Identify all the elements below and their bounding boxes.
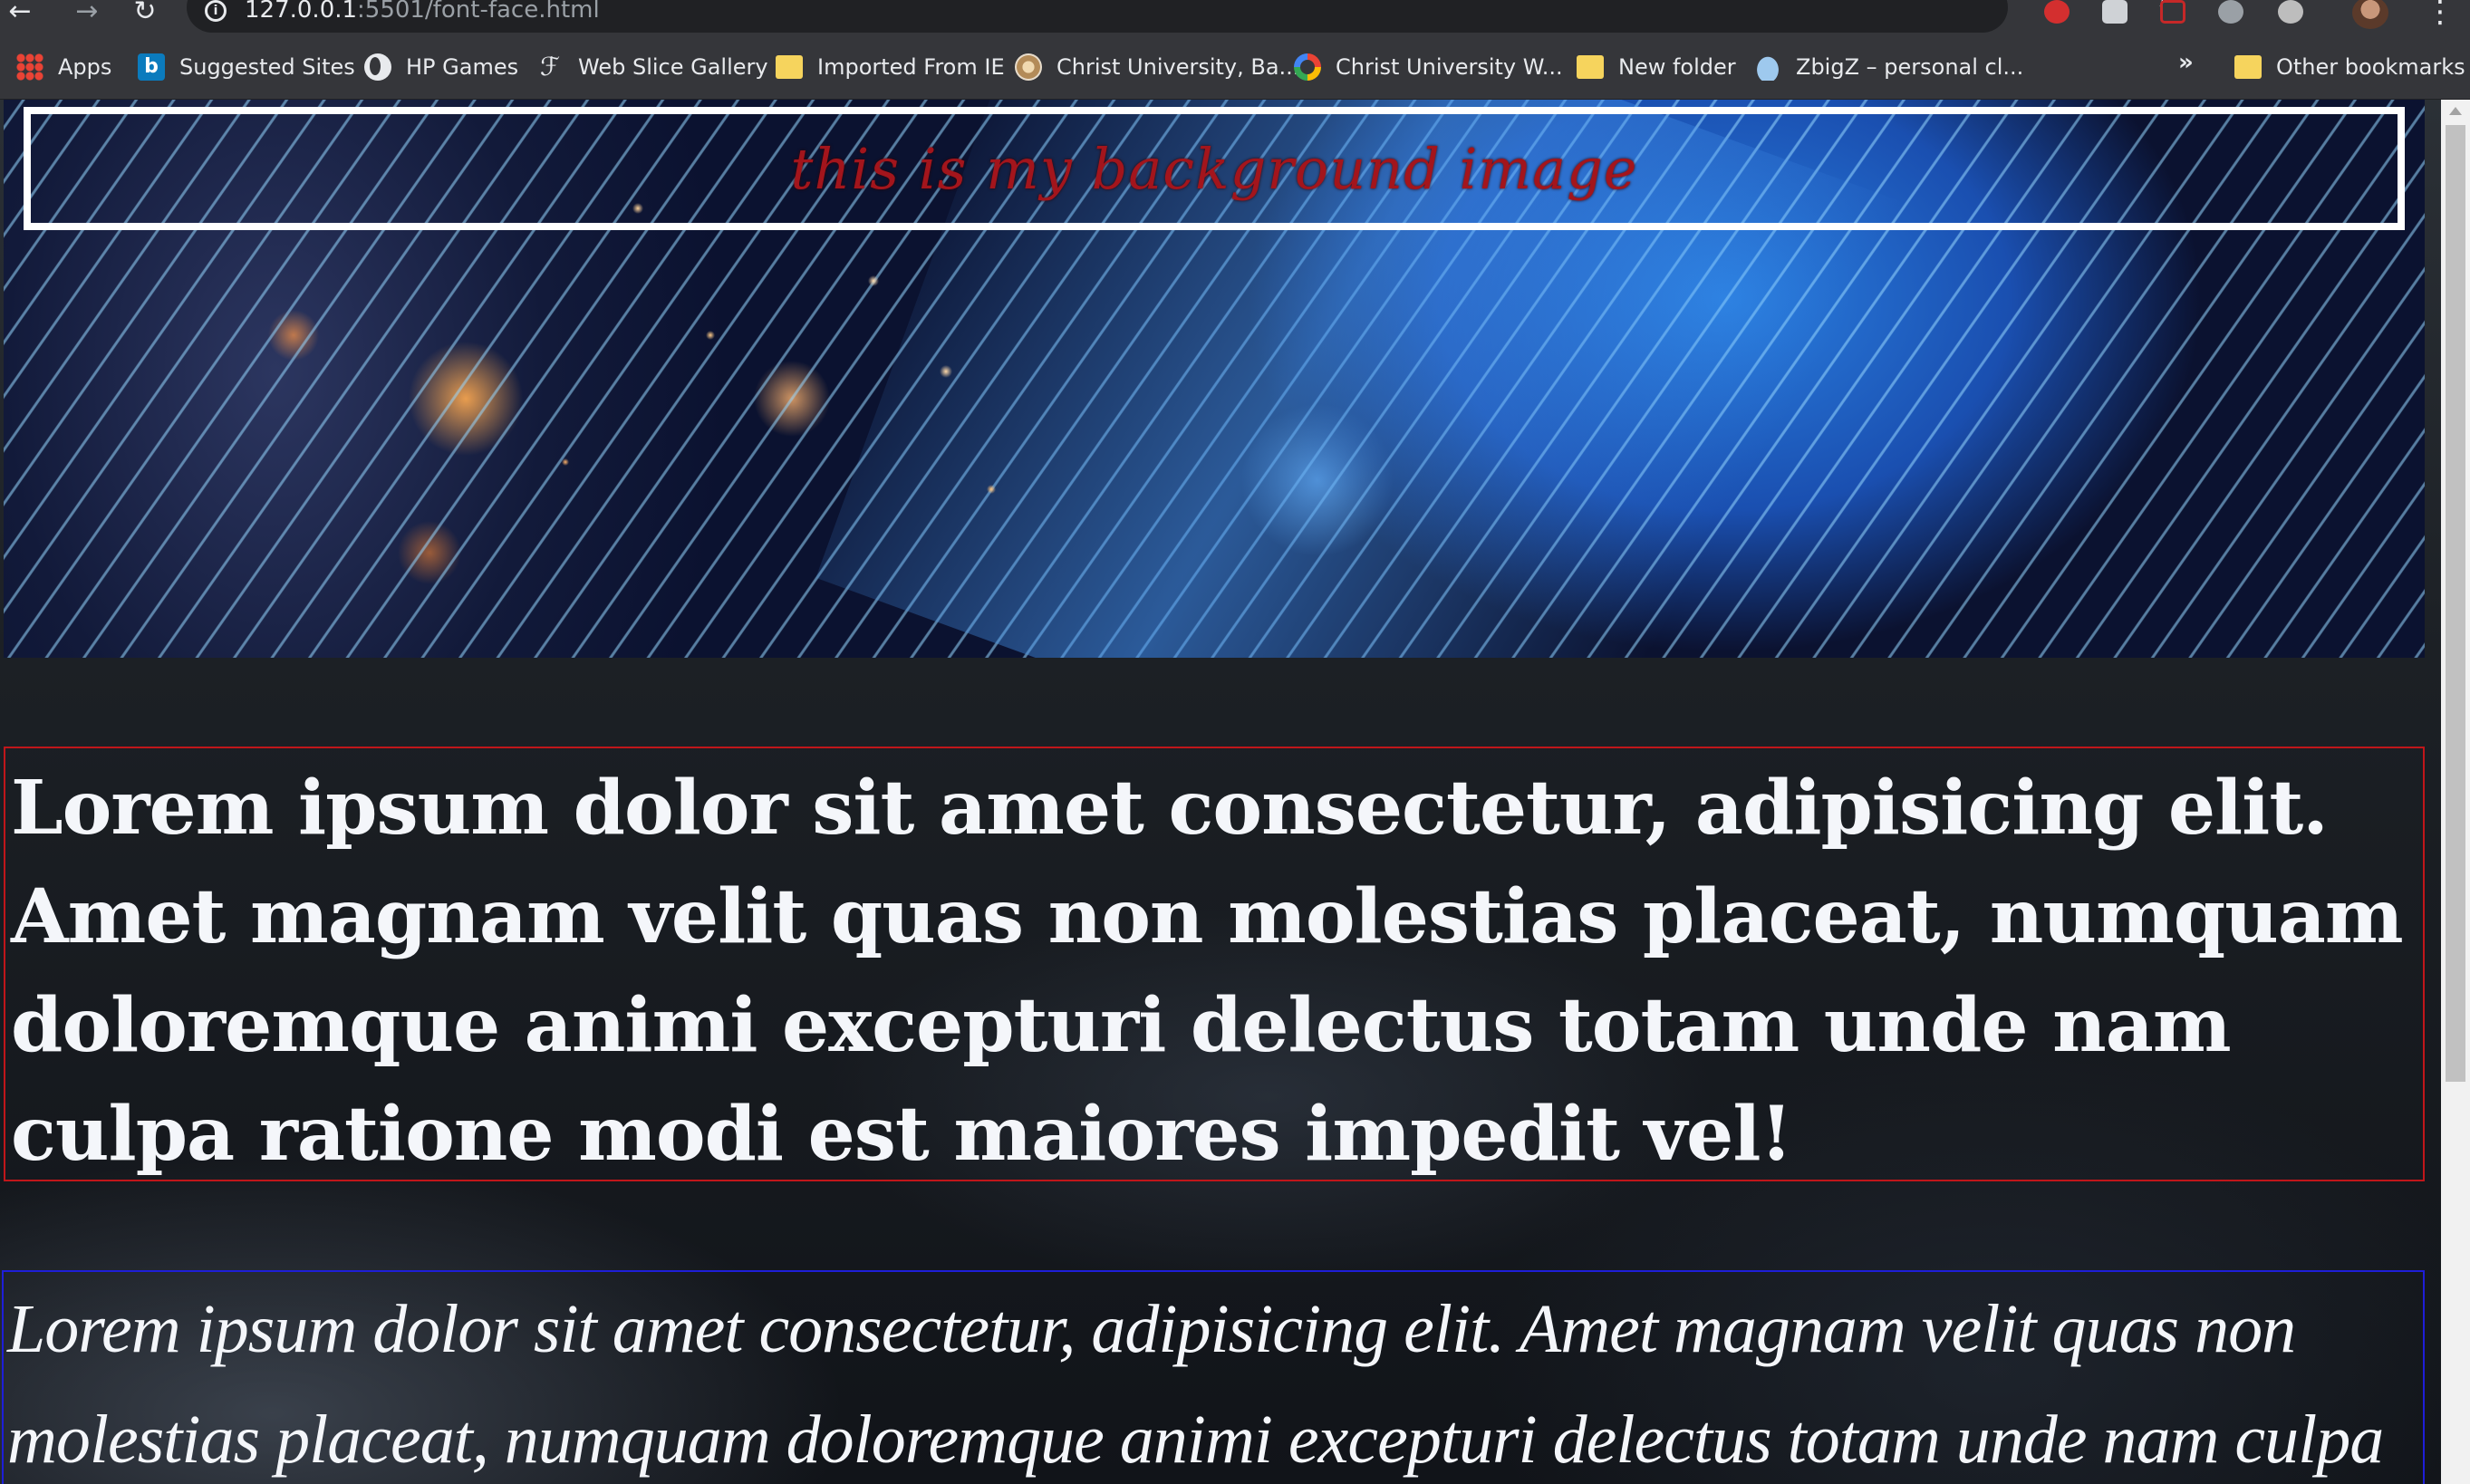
- bookmark-web-slice-gallery[interactable]: ℱ Web Slice Gallery: [536, 51, 768, 83]
- url-text[interactable]: 127.0.0.1:5501/font-face.html: [245, 0, 600, 24]
- banner-heading: this is my background image: [790, 135, 1638, 202]
- extension-docs-icon[interactable]: [2102, 0, 2127, 24]
- profile-avatar[interactable]: [2352, 0, 2388, 29]
- bookmark-hp-games[interactable]: HP Games: [364, 51, 518, 83]
- folder-icon: [776, 55, 803, 79]
- bookmark-christ-university-w[interactable]: Christ University W...: [1294, 51, 1563, 83]
- url-host: 127.0.0.1: [245, 0, 358, 24]
- browser-menu-icon[interactable]: ⋮: [2425, 0, 2456, 27]
- bookmarks-overflow-button[interactable]: »: [2178, 49, 2194, 76]
- scroll-up-arrow-icon[interactable]: [2449, 107, 2462, 115]
- bookmark-suggested-sites[interactable]: b Suggested Sites: [138, 51, 355, 83]
- bookmark-label: Christ University W...: [1336, 54, 1563, 80]
- paragraph-serif: Lorem ipsum dolor sit amet consectetur, …: [4, 747, 2425, 1181]
- university-seal-icon: [1015, 53, 1042, 81]
- reload-icon[interactable]: ↻: [125, 0, 165, 27]
- bookmark-label: HP Games: [406, 54, 519, 80]
- globe-icon: [364, 53, 391, 81]
- extension-bulb-icon[interactable]: [2218, 0, 2243, 24]
- cloud-icon: [1754, 53, 1781, 81]
- hero-background-image: this is my background image: [4, 100, 2425, 658]
- bookmark-label: Suggested Sites: [179, 54, 355, 80]
- web-slice-icon: ℱ: [539, 52, 560, 82]
- bookmark-zbigz[interactable]: ZbigZ – personal cl...: [1754, 51, 2023, 83]
- forward-arrow-icon[interactable]: →: [67, 0, 107, 27]
- bookmark-label: Christ University, Ba...: [1057, 54, 1300, 80]
- site-info-icon[interactable]: i: [205, 0, 227, 22]
- url-path: :5501/font-face.html: [357, 0, 600, 24]
- bookmark-label: Other bookmarks: [2276, 54, 2465, 80]
- bookmark-label: Imported From IE: [817, 54, 1005, 80]
- folder-icon: [1577, 55, 1604, 79]
- folder-icon: [2234, 55, 2262, 79]
- page-viewport: this is my background image Lorem ipsum …: [0, 100, 2441, 1484]
- bookmark-label: ZbigZ – personal cl...: [1796, 54, 2024, 80]
- bookmark-other-bookmarks[interactable]: Other bookmarks: [2234, 51, 2465, 83]
- banner-box: this is my background image: [24, 107, 2405, 230]
- extension-adblock-icon[interactable]: [2044, 0, 2070, 24]
- apps-grid-icon: [16, 53, 43, 81]
- vertical-scrollbar[interactable]: [2441, 100, 2470, 1484]
- bookmark-apps[interactable]: Apps: [16, 51, 111, 83]
- bookmarks-bar: Apps b Suggested Sites HP Games ℱ Web Slic…: [0, 34, 2470, 100]
- bookmark-label: New folder: [1618, 54, 1736, 80]
- extension-pdf-icon[interactable]: [2160, 0, 2185, 24]
- bookmark-christ-university-ba[interactable]: Christ University, Ba...: [1015, 51, 1299, 83]
- paragraph-script: Lorem ipsum dolor sit amet consectetur, …: [2, 1270, 2425, 1484]
- browser-toolbar: ← → ↻ i 127.0.0.1:5501/font-face.html ☆ …: [0, 0, 2470, 34]
- google-icon: [1294, 53, 1321, 81]
- bookmark-new-folder[interactable]: New folder: [1577, 51, 1736, 83]
- address-bar[interactable]: i 127.0.0.1:5501/font-face.html ☆: [187, 0, 2182, 33]
- back-arrow-icon[interactable]: ←: [0, 0, 40, 27]
- scrollbar-thumb[interactable]: [2446, 125, 2465, 1082]
- bookmark-label: Web Slice Gallery: [578, 54, 768, 80]
- extension-sync-icon[interactable]: [2278, 0, 2303, 24]
- bing-icon: b: [138, 53, 165, 81]
- bookmark-label: Apps: [58, 54, 112, 80]
- bookmark-imported-from-ie[interactable]: Imported From IE: [776, 51, 1005, 83]
